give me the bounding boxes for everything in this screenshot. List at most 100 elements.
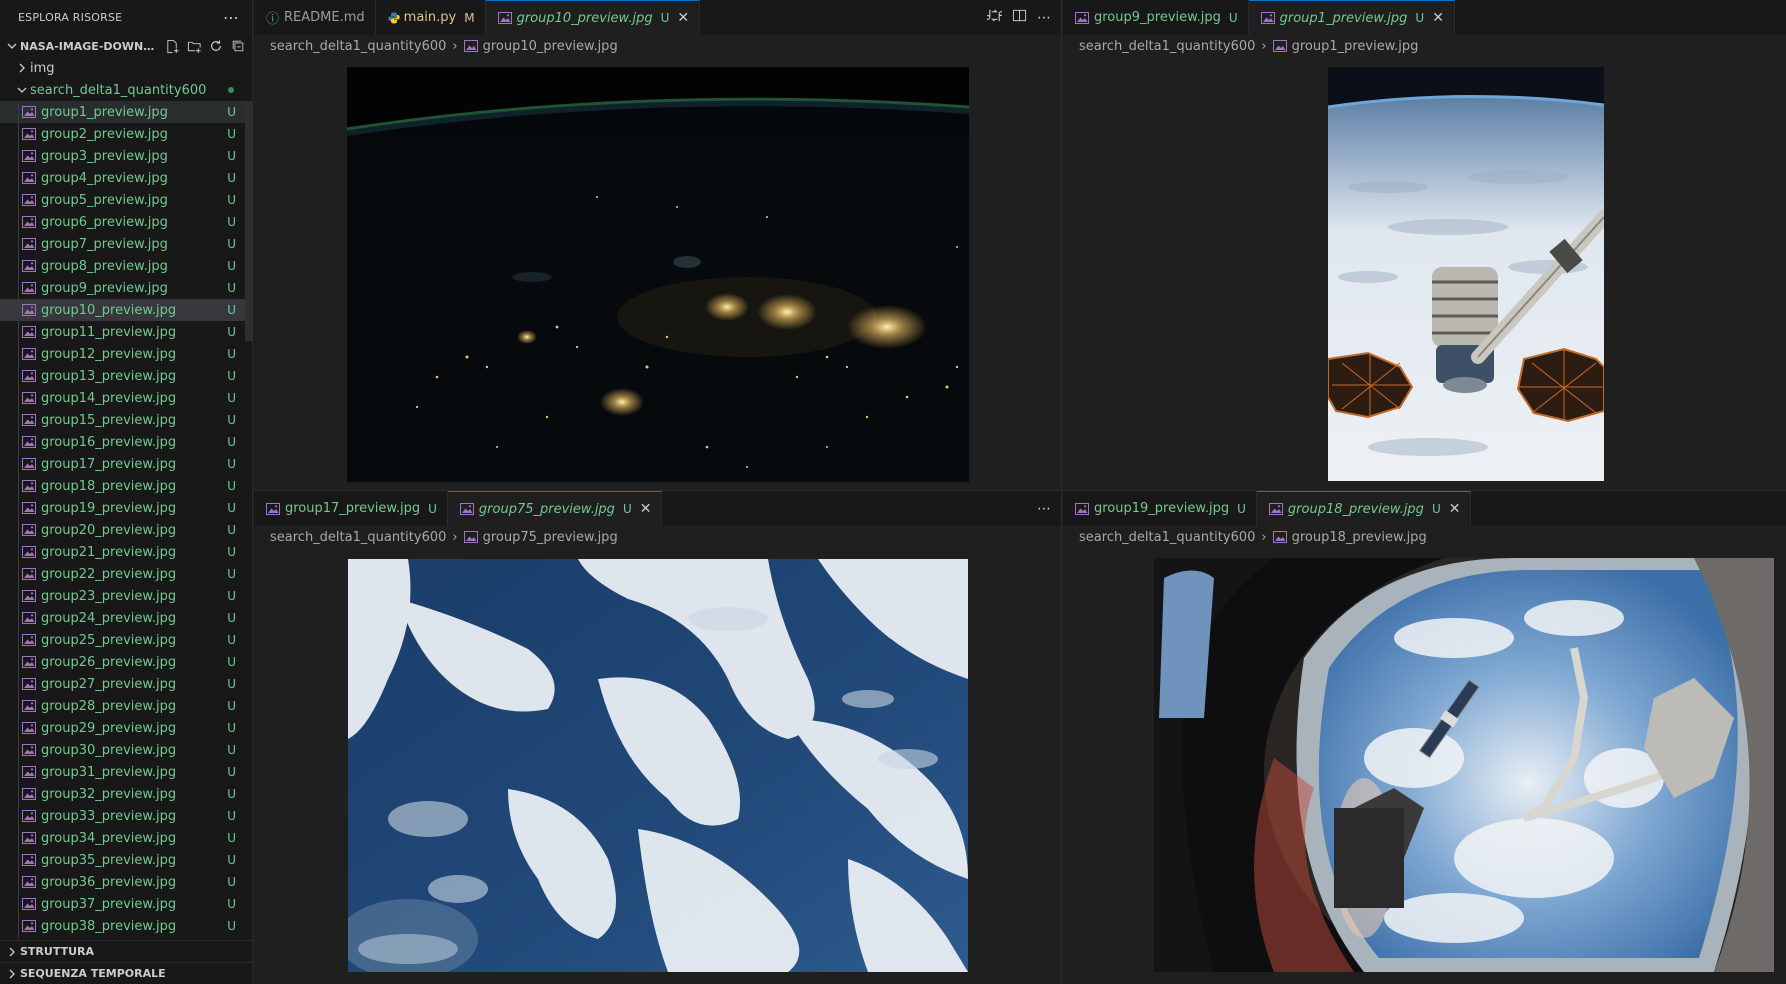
close-icon[interactable]: ✕ xyxy=(640,501,652,517)
file-item[interactable]: group25_preview.jpg U xyxy=(0,629,252,651)
git-status-badge: U xyxy=(227,875,236,889)
file-label: group9_preview.jpg xyxy=(41,280,168,296)
close-icon[interactable]: ✕ xyxy=(1449,501,1461,517)
tab-group18[interactable]: group18_preview.jpg U ✕ xyxy=(1256,491,1472,526)
image-file-icon xyxy=(22,656,36,668)
image-file-icon xyxy=(266,502,280,515)
image-file-icon xyxy=(22,590,36,602)
file-item[interactable]: group29_preview.jpg U xyxy=(0,717,252,739)
image-file-icon xyxy=(22,898,36,910)
file-item[interactable]: group31_preview.jpg U xyxy=(0,761,252,783)
file-item[interactable]: group20_preview.jpg U xyxy=(0,519,252,541)
file-item[interactable]: group15_preview.jpg U xyxy=(0,409,252,431)
file-item[interactable]: group8_preview.jpg U xyxy=(0,255,252,277)
file-item[interactable]: group4_preview.jpg U xyxy=(0,167,252,189)
tab-group1[interactable]: group1_preview.jpg U ✕ xyxy=(1248,0,1455,35)
file-item[interactable]: group13_preview.jpg U xyxy=(0,365,252,387)
tab-label: group17_preview.jpg xyxy=(285,501,421,516)
git-status-badge: U xyxy=(428,501,437,516)
section-timeline-label: SEQUENZA TEMPORALE xyxy=(20,967,166,980)
file-item[interactable]: group27_preview.jpg U xyxy=(0,673,252,695)
root-folder-header[interactable]: NASA-IMAGE-DOWNLO... xyxy=(0,35,252,57)
git-status-badge: U xyxy=(227,699,236,713)
file-item[interactable]: group1_preview.jpg U xyxy=(0,101,252,123)
file-item[interactable]: group24_preview.jpg U xyxy=(0,607,252,629)
image-file-icon xyxy=(22,502,36,514)
file-item[interactable]: group7_preview.jpg U xyxy=(0,233,252,255)
tab-group9[interactable]: group9_preview.jpg U xyxy=(1063,0,1249,35)
file-item[interactable]: group16_preview.jpg U xyxy=(0,431,252,453)
file-item[interactable]: group17_preview.jpg U xyxy=(0,453,252,475)
tab-readme[interactable]: ⓘ README.md xyxy=(254,0,376,35)
file-item[interactable]: group19_preview.jpg U xyxy=(0,497,252,519)
section-timeline[interactable]: SEQUENZA TEMPORALE xyxy=(0,962,253,984)
file-item[interactable]: group28_preview.jpg U xyxy=(0,695,252,717)
file-item[interactable]: group35_preview.jpg U xyxy=(0,849,252,871)
compare-changes-icon[interactable] xyxy=(985,8,1004,27)
refresh-icon[interactable] xyxy=(208,38,224,54)
file-item[interactable]: group33_preview.jpg U xyxy=(0,805,252,827)
new-folder-icon[interactable] xyxy=(186,38,202,54)
ellipsis-icon[interactable]: ⋯ xyxy=(223,8,240,27)
git-status-badge: U xyxy=(227,457,236,471)
chevron-right-icon xyxy=(4,969,20,979)
explorer-scrollbar[interactable] xyxy=(245,101,253,341)
file-item[interactable]: group36_preview.jpg U xyxy=(0,871,252,893)
git-status-badge: U xyxy=(227,765,236,779)
file-item[interactable]: group30_preview.jpg U xyxy=(0,739,252,761)
git-status-badge: U xyxy=(227,413,236,427)
breadcrumb-file[interactable]: group10_preview.jpg xyxy=(483,39,618,54)
breadcrumb-folder[interactable]: search_delta1_quantity600 xyxy=(270,39,446,54)
file-item[interactable]: group2_preview.jpg U xyxy=(0,123,252,145)
file-item[interactable]: group9_preview.jpg U xyxy=(0,277,252,299)
ellipsis-icon[interactable]: ⋯ xyxy=(1037,501,1051,517)
image-file-icon xyxy=(22,370,36,382)
file-item[interactable]: group10_preview.jpg U xyxy=(0,299,252,321)
close-icon[interactable]: ✕ xyxy=(1432,10,1444,26)
image-file-icon xyxy=(22,678,36,690)
tab-group10[interactable]: group10_preview.jpg U ✕ xyxy=(485,0,701,35)
folder-label: img xyxy=(30,60,55,76)
file-item[interactable]: group21_preview.jpg U xyxy=(0,541,252,563)
image-file-icon xyxy=(1268,503,1283,515)
git-status-badge: U xyxy=(227,567,236,581)
file-item[interactable]: group3_preview.jpg U xyxy=(0,145,252,167)
file-item[interactable]: group23_preview.jpg U xyxy=(0,585,252,607)
section-outline[interactable]: STRUTTURA xyxy=(0,940,253,962)
file-item[interactable]: group5_preview.jpg U xyxy=(0,189,252,211)
file-label: group10_preview.jpg xyxy=(41,302,177,318)
file-item[interactable]: group22_preview.jpg U xyxy=(0,563,252,585)
breadcrumb-folder[interactable]: search_delta1_quantity600 xyxy=(1079,39,1255,54)
file-label: group29_preview.jpg xyxy=(41,720,177,736)
file-item[interactable]: group11_preview.jpg U xyxy=(0,321,252,343)
collapse-all-icon[interactable] xyxy=(230,38,246,54)
breadcrumb-folder[interactable]: search_delta1_quantity600 xyxy=(1079,530,1255,545)
file-item[interactable]: group34_preview.jpg U xyxy=(0,827,252,849)
file-item[interactable]: group32_preview.jpg U xyxy=(0,783,252,805)
file-item[interactable]: group38_preview.jpg U xyxy=(0,915,252,937)
close-icon[interactable]: ✕ xyxy=(677,10,689,26)
file-item[interactable]: group18_preview.jpg U xyxy=(0,475,252,497)
file-item[interactable]: group14_preview.jpg U xyxy=(0,387,252,409)
tab-group17[interactable]: group17_preview.jpg U xyxy=(254,491,448,526)
tab-group75[interactable]: group75_preview.jpg U ✕ xyxy=(447,491,663,526)
tab-main-py[interactable]: main.py M xyxy=(375,0,486,35)
file-item[interactable]: group26_preview.jpg U xyxy=(0,651,252,673)
new-file-icon[interactable] xyxy=(164,38,180,54)
folder-img[interactable]: img xyxy=(0,57,252,79)
file-item[interactable]: group12_preview.jpg U xyxy=(0,343,252,365)
ellipsis-icon[interactable]: ⋯ xyxy=(1037,10,1051,26)
tab-group19[interactable]: group19_preview.jpg U xyxy=(1063,491,1257,526)
image-file-icon xyxy=(22,436,36,448)
breadcrumb-file[interactable]: group75_preview.jpg xyxy=(483,530,618,545)
image-file-icon xyxy=(22,832,36,844)
file-item[interactable]: group6_preview.jpg U xyxy=(0,211,252,233)
breadcrumb-file[interactable]: group18_preview.jpg xyxy=(1292,530,1427,545)
split-editor-icon[interactable] xyxy=(1012,8,1027,27)
file-label: group27_preview.jpg xyxy=(41,676,177,692)
file-item[interactable]: group37_preview.jpg U xyxy=(0,893,252,915)
breadcrumb: search_delta1_quantity600 › group18_prev… xyxy=(1063,526,1786,548)
folder-search-delta1[interactable]: search_delta1_quantity600 xyxy=(0,79,252,101)
breadcrumb-file[interactable]: group1_preview.jpg xyxy=(1292,39,1419,54)
breadcrumb-folder[interactable]: search_delta1_quantity600 xyxy=(270,530,446,545)
